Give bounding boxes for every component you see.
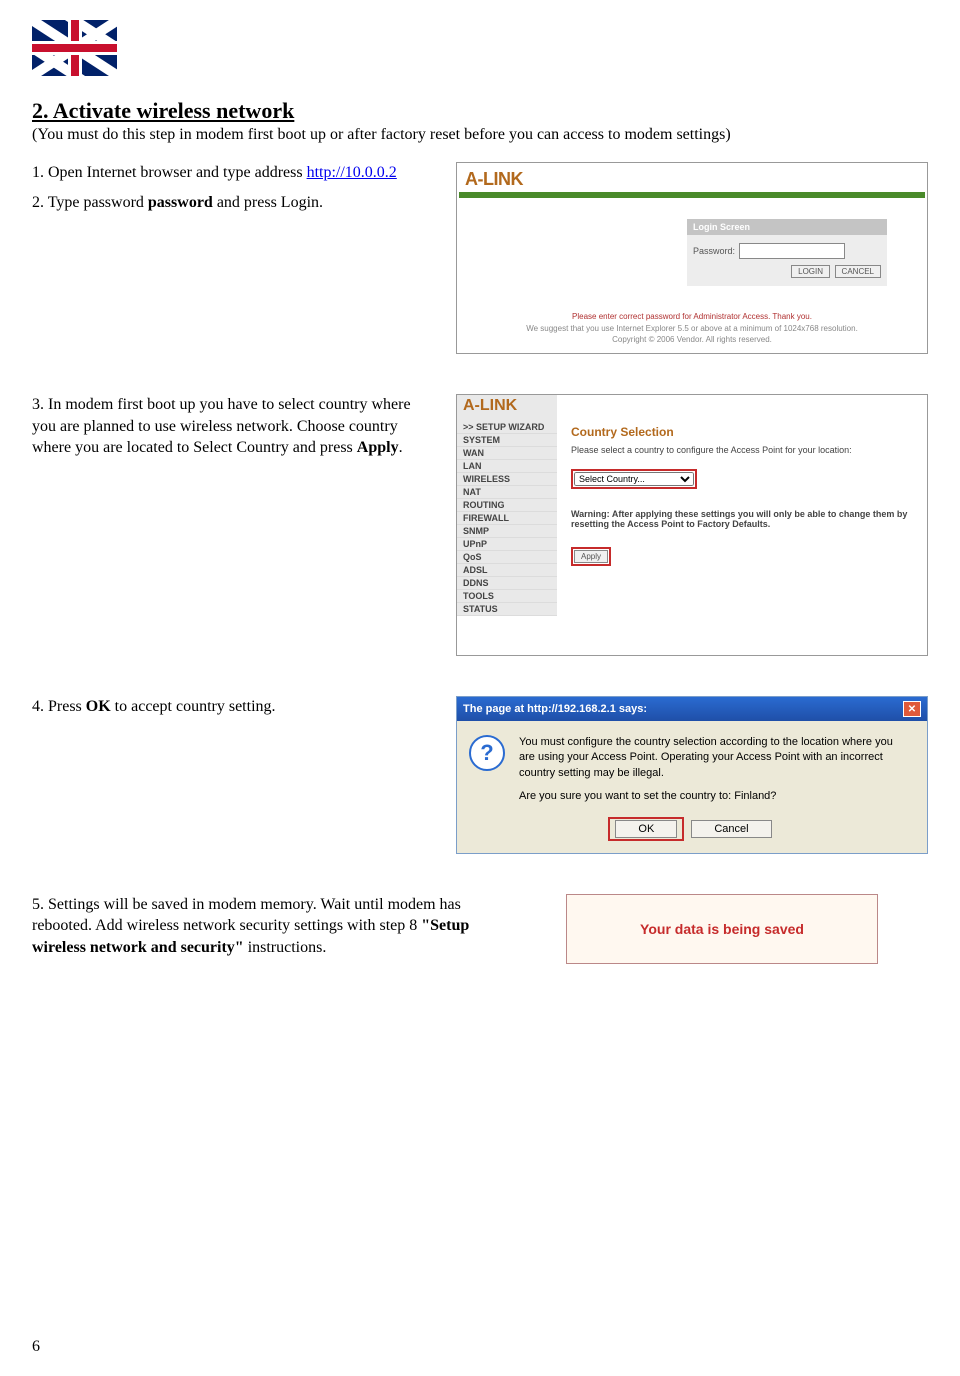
step-2: 2. Type password password and press Logi…: [32, 192, 432, 214]
menu-item[interactable]: LAN: [457, 460, 557, 473]
step-2-prefix: 2. Type password: [32, 194, 148, 211]
sidebar-menu: >> SETUP WIZARD SYSTEM WAN LAN WIRELESS …: [457, 395, 557, 616]
step-4-bold: OK: [86, 698, 111, 715]
menu-item[interactable]: FIREWALL: [457, 512, 557, 525]
apply-button[interactable]: Apply: [574, 550, 608, 563]
login-copyright-text: Copyright © 2006 Vendor. All rights rese…: [457, 334, 927, 345]
country-selection-title: Country Selection: [571, 425, 917, 439]
country-select[interactable]: Select Country...: [574, 472, 694, 486]
country-selection-subtitle: Please select a country to configure the…: [571, 445, 917, 455]
apply-highlight: Apply: [571, 547, 611, 566]
menu-item[interactable]: WAN: [457, 447, 557, 460]
login-suggestion-text: We suggest that you use Internet Explore…: [457, 323, 927, 334]
step-3-text: 3. In modem first boot up you have to se…: [32, 396, 411, 456]
login-screen-title: Login Screen: [687, 219, 887, 235]
page-number: 6: [32, 1338, 40, 1356]
step-4-prefix: 4. Press: [32, 698, 86, 715]
brand-logo: A-LINK: [457, 163, 927, 192]
step-1-text: 1. Open Internet browser and type addres…: [32, 164, 307, 181]
section-subtitle: (You must do this step in modem first bo…: [32, 126, 928, 144]
question-icon: ?: [469, 735, 505, 771]
step-2-suffix: and press Login.: [213, 194, 323, 211]
dialog-title: The page at http://192.168.2.1 says:: [463, 703, 647, 715]
brand-logo: A-LINK: [463, 397, 517, 415]
country-warning-text: Warning: After applying these settings y…: [571, 509, 917, 529]
modem-url-link[interactable]: http://10.0.0.2: [307, 164, 397, 181]
step-3-bold: Apply: [357, 439, 399, 456]
step-2-bold: password: [148, 194, 213, 211]
confirm-dialog-screenshot: The page at http://192.168.2.1 says: ✕ ?…: [456, 696, 928, 854]
menu-item[interactable]: SYSTEM: [457, 434, 557, 447]
password-label: Password:: [693, 246, 735, 256]
password-input[interactable]: [739, 243, 845, 259]
ok-highlight: OK: [608, 817, 684, 841]
menu-item[interactable]: SNMP: [457, 525, 557, 538]
cancel-button[interactable]: Cancel: [691, 820, 771, 838]
login-button[interactable]: LOGIN: [791, 265, 830, 278]
step-1: 1. Open Internet browser and type addres…: [32, 162, 432, 184]
menu-item[interactable]: STATUS: [457, 603, 557, 616]
login-warning-text: Please enter correct password for Admini…: [457, 311, 927, 322]
select-country-highlight: Select Country...: [571, 469, 697, 489]
menu-item[interactable]: ADSL: [457, 564, 557, 577]
menu-item[interactable]: NAT: [457, 486, 557, 499]
saving-status-screenshot: Your data is being saved: [566, 894, 878, 964]
step-3-suffix: .: [399, 439, 403, 456]
step-4: 4. Press OK to accept country setting.: [32, 696, 432, 718]
step-5-prefix: 5. Settings will be saved in modem memor…: [32, 896, 461, 935]
menu-item[interactable]: TOOLS: [457, 590, 557, 603]
step-5-suffix: instructions.: [244, 939, 327, 956]
dialog-body-1: You must configure the country selection…: [519, 735, 911, 781]
menu-item[interactable]: WIRELESS: [457, 473, 557, 486]
dialog-body-2: Are you sure you want to set the country…: [519, 789, 911, 804]
uk-flag-icon: [32, 20, 117, 76]
menu-item[interactable]: UPnP: [457, 538, 557, 551]
menu-item[interactable]: ROUTING: [457, 499, 557, 512]
step-5: 5. Settings will be saved in modem memor…: [32, 894, 512, 959]
saving-text: Your data is being saved: [640, 921, 804, 937]
section-heading: 2. Activate wireless network: [32, 98, 928, 124]
cancel-button[interactable]: CANCEL: [835, 265, 881, 278]
login-screenshot: A-LINK Login Screen Password: LOGIN CANC…: [456, 162, 928, 354]
step-4-suffix: to accept country setting.: [111, 698, 276, 715]
step-3: 3. In modem first boot up you have to se…: [32, 394, 432, 459]
menu-item[interactable]: >> SETUP WIZARD: [457, 421, 557, 434]
menu-item[interactable]: QoS: [457, 551, 557, 564]
menu-item[interactable]: DDNS: [457, 577, 557, 590]
close-icon[interactable]: ✕: [903, 701, 921, 717]
ok-button[interactable]: OK: [615, 820, 677, 838]
country-selection-screenshot: A-LINK >> SETUP WIZARD SYSTEM WAN LAN WI…: [456, 394, 928, 656]
